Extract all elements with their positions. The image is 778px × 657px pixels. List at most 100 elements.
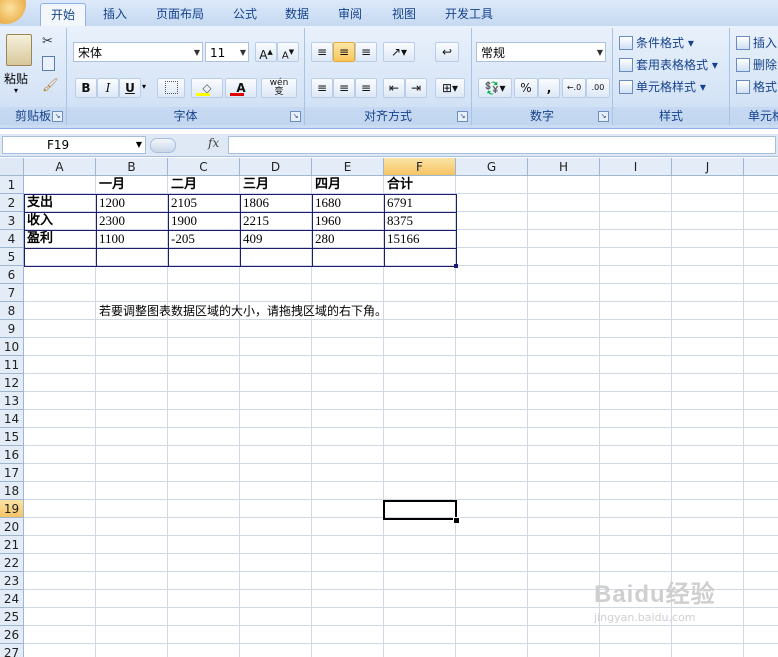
cell-D3[interactable]: 2215 <box>240 212 312 231</box>
row-header-4[interactable]: 4 <box>0 230 24 248</box>
increase-decimal-button[interactable]: ←.0 <box>562 78 586 98</box>
cell-E2[interactable]: 1680 <box>312 194 384 213</box>
tab-review[interactable]: 审阅 <box>328 3 372 25</box>
row-header-18[interactable]: 18 <box>0 482 24 500</box>
cell-A3[interactable]: 收入 <box>24 212 96 231</box>
cell-E4[interactable]: 280 <box>312 230 384 249</box>
formula-input[interactable] <box>228 136 776 154</box>
row-header-11[interactable]: 11 <box>0 356 24 374</box>
column-header-F[interactable]: F <box>384 158 456 176</box>
cell-E1[interactable]: 四月 <box>312 176 384 195</box>
column-header-H[interactable]: H <box>528 158 600 176</box>
paste-icon[interactable] <box>6 34 32 66</box>
tab-data[interactable]: 数据 <box>276 3 318 25</box>
cell-F1[interactable]: 合计 <box>384 176 456 195</box>
column-header-I[interactable]: I <box>600 158 672 176</box>
row-header-5[interactable]: 5 <box>0 248 24 266</box>
align-top-button[interactable]: ≡ <box>311 42 333 62</box>
tab-insert[interactable]: 插入 <box>94 3 136 25</box>
font-color-button[interactable]: A <box>225 78 257 98</box>
cell-B4[interactable]: 1100 <box>96 230 168 249</box>
align-bottom-button[interactable]: ≡ <box>355 42 377 62</box>
fill-color-button[interactable]: ◇ <box>191 78 223 98</box>
row-header-20[interactable]: 20 <box>0 518 24 536</box>
row-header-15[interactable]: 15 <box>0 428 24 446</box>
row-header-26[interactable]: 26 <box>0 626 24 644</box>
alignment-dialog-launcher-icon[interactable]: ↘ <box>457 111 468 122</box>
row-header-21[interactable]: 21 <box>0 536 24 554</box>
column-header-B[interactable]: B <box>96 158 168 176</box>
font-size-combo[interactable]: 11 ▼ <box>205 42 249 62</box>
align-middle-button[interactable]: ≡ <box>333 42 355 62</box>
underline-button[interactable]: U <box>119 78 141 98</box>
formula-resize-handle[interactable] <box>150 138 176 153</box>
decrease-indent-button[interactable]: ⇤ <box>383 78 405 98</box>
cell-D2[interactable]: 1806 <box>240 194 312 213</box>
cell-D1[interactable]: 三月 <box>240 176 312 195</box>
decrease-decimal-button[interactable]: .00 <box>586 78 610 98</box>
data-range-resize-handle[interactable] <box>454 264 458 268</box>
row-header-16[interactable]: 16 <box>0 446 24 464</box>
tab-home[interactable]: 开始 <box>40 3 86 26</box>
bold-button[interactable]: B <box>75 78 97 98</box>
orientation-button[interactable]: ↗▾ <box>383 42 415 62</box>
font-name-combo[interactable]: 宋体 ▼ <box>73 42 203 62</box>
cell-F3[interactable]: 8375 <box>384 212 456 231</box>
cell-B2[interactable]: 1200 <box>96 194 168 213</box>
accounting-format-button[interactable]: 💱▾ <box>478 78 512 98</box>
tab-formulas[interactable]: 公式 <box>224 3 266 25</box>
column-header-D[interactable]: D <box>240 158 312 176</box>
column-header-G[interactable]: G <box>456 158 528 176</box>
conditional-formatting-button[interactable]: 条件格式 ▾ <box>619 34 694 52</box>
select-all-corner[interactable] <box>0 158 24 176</box>
paste-button[interactable]: 粘贴 <box>4 70 28 87</box>
column-header-overflow[interactable] <box>744 158 778 176</box>
name-box[interactable]: F19 ▼ <box>2 136 146 154</box>
row-header-23[interactable]: 23 <box>0 572 24 590</box>
copy-icon[interactable] <box>42 56 55 71</box>
row-header-2[interactable]: 2 <box>0 194 24 212</box>
row-header-3[interactable]: 3 <box>0 212 24 230</box>
column-header-C[interactable]: C <box>168 158 240 176</box>
selected-cell-F19[interactable] <box>383 500 457 520</box>
align-left-button[interactable]: ≡ <box>311 78 333 98</box>
tab-developer[interactable]: 开发工具 <box>436 3 502 25</box>
fill-handle[interactable] <box>453 517 460 524</box>
column-header-E[interactable]: E <box>312 158 384 176</box>
cell-C1[interactable]: 二月 <box>168 176 240 195</box>
column-header-J[interactable]: J <box>672 158 744 176</box>
tab-view[interactable]: 视图 <box>382 3 426 25</box>
insert-cells-button[interactable]: 插入 <box>736 34 777 52</box>
row-header-25[interactable]: 25 <box>0 608 24 626</box>
format-painter-icon[interactable]: 🖌 <box>42 78 59 93</box>
cell-A4[interactable]: 盈利 <box>24 230 96 249</box>
cell-A2[interactable]: 支出 <box>24 194 96 213</box>
percent-style-button[interactable]: % <box>514 78 538 98</box>
row-header-19[interactable]: 19 <box>0 500 24 518</box>
tab-page-layout[interactable]: 页面布局 <box>146 3 214 25</box>
cell-F4[interactable]: 15166 <box>384 230 456 249</box>
cell-C3[interactable]: 1900 <box>168 212 240 231</box>
format-as-table-button[interactable]: 套用表格格式 ▾ <box>619 56 718 74</box>
row-header-7[interactable]: 7 <box>0 284 24 302</box>
increase-indent-button[interactable]: ⇥ <box>405 78 427 98</box>
column-header-A[interactable]: A <box>24 158 96 176</box>
cell-B3[interactable]: 2300 <box>96 212 168 231</box>
row-header-8[interactable]: 8 <box>0 302 24 320</box>
grow-font-button[interactable]: A▲ <box>255 42 277 62</box>
merge-center-button[interactable]: ⊞▾ <box>435 78 465 98</box>
phonetic-button[interactable]: wén 变 <box>261 78 297 98</box>
cell-D4[interactable]: 409 <box>240 230 312 249</box>
italic-button[interactable]: I <box>97 78 119 98</box>
font-dialog-launcher-icon[interactable]: ↘ <box>290 111 301 122</box>
border-button[interactable] <box>157 78 185 98</box>
delete-cells-button[interactable]: 删除 <box>736 56 777 74</box>
row-header-10[interactable]: 10 <box>0 338 24 356</box>
row-header-17[interactable]: 17 <box>0 464 24 482</box>
cell-C4[interactable]: -205 <box>168 230 240 249</box>
cell-B1[interactable]: 一月 <box>96 176 168 195</box>
row-header-9[interactable]: 9 <box>0 320 24 338</box>
insert-function-icon[interactable]: fx <box>208 136 219 150</box>
row-header-22[interactable]: 22 <box>0 554 24 572</box>
number-format-combo[interactable]: 常规 ▼ <box>476 42 606 62</box>
